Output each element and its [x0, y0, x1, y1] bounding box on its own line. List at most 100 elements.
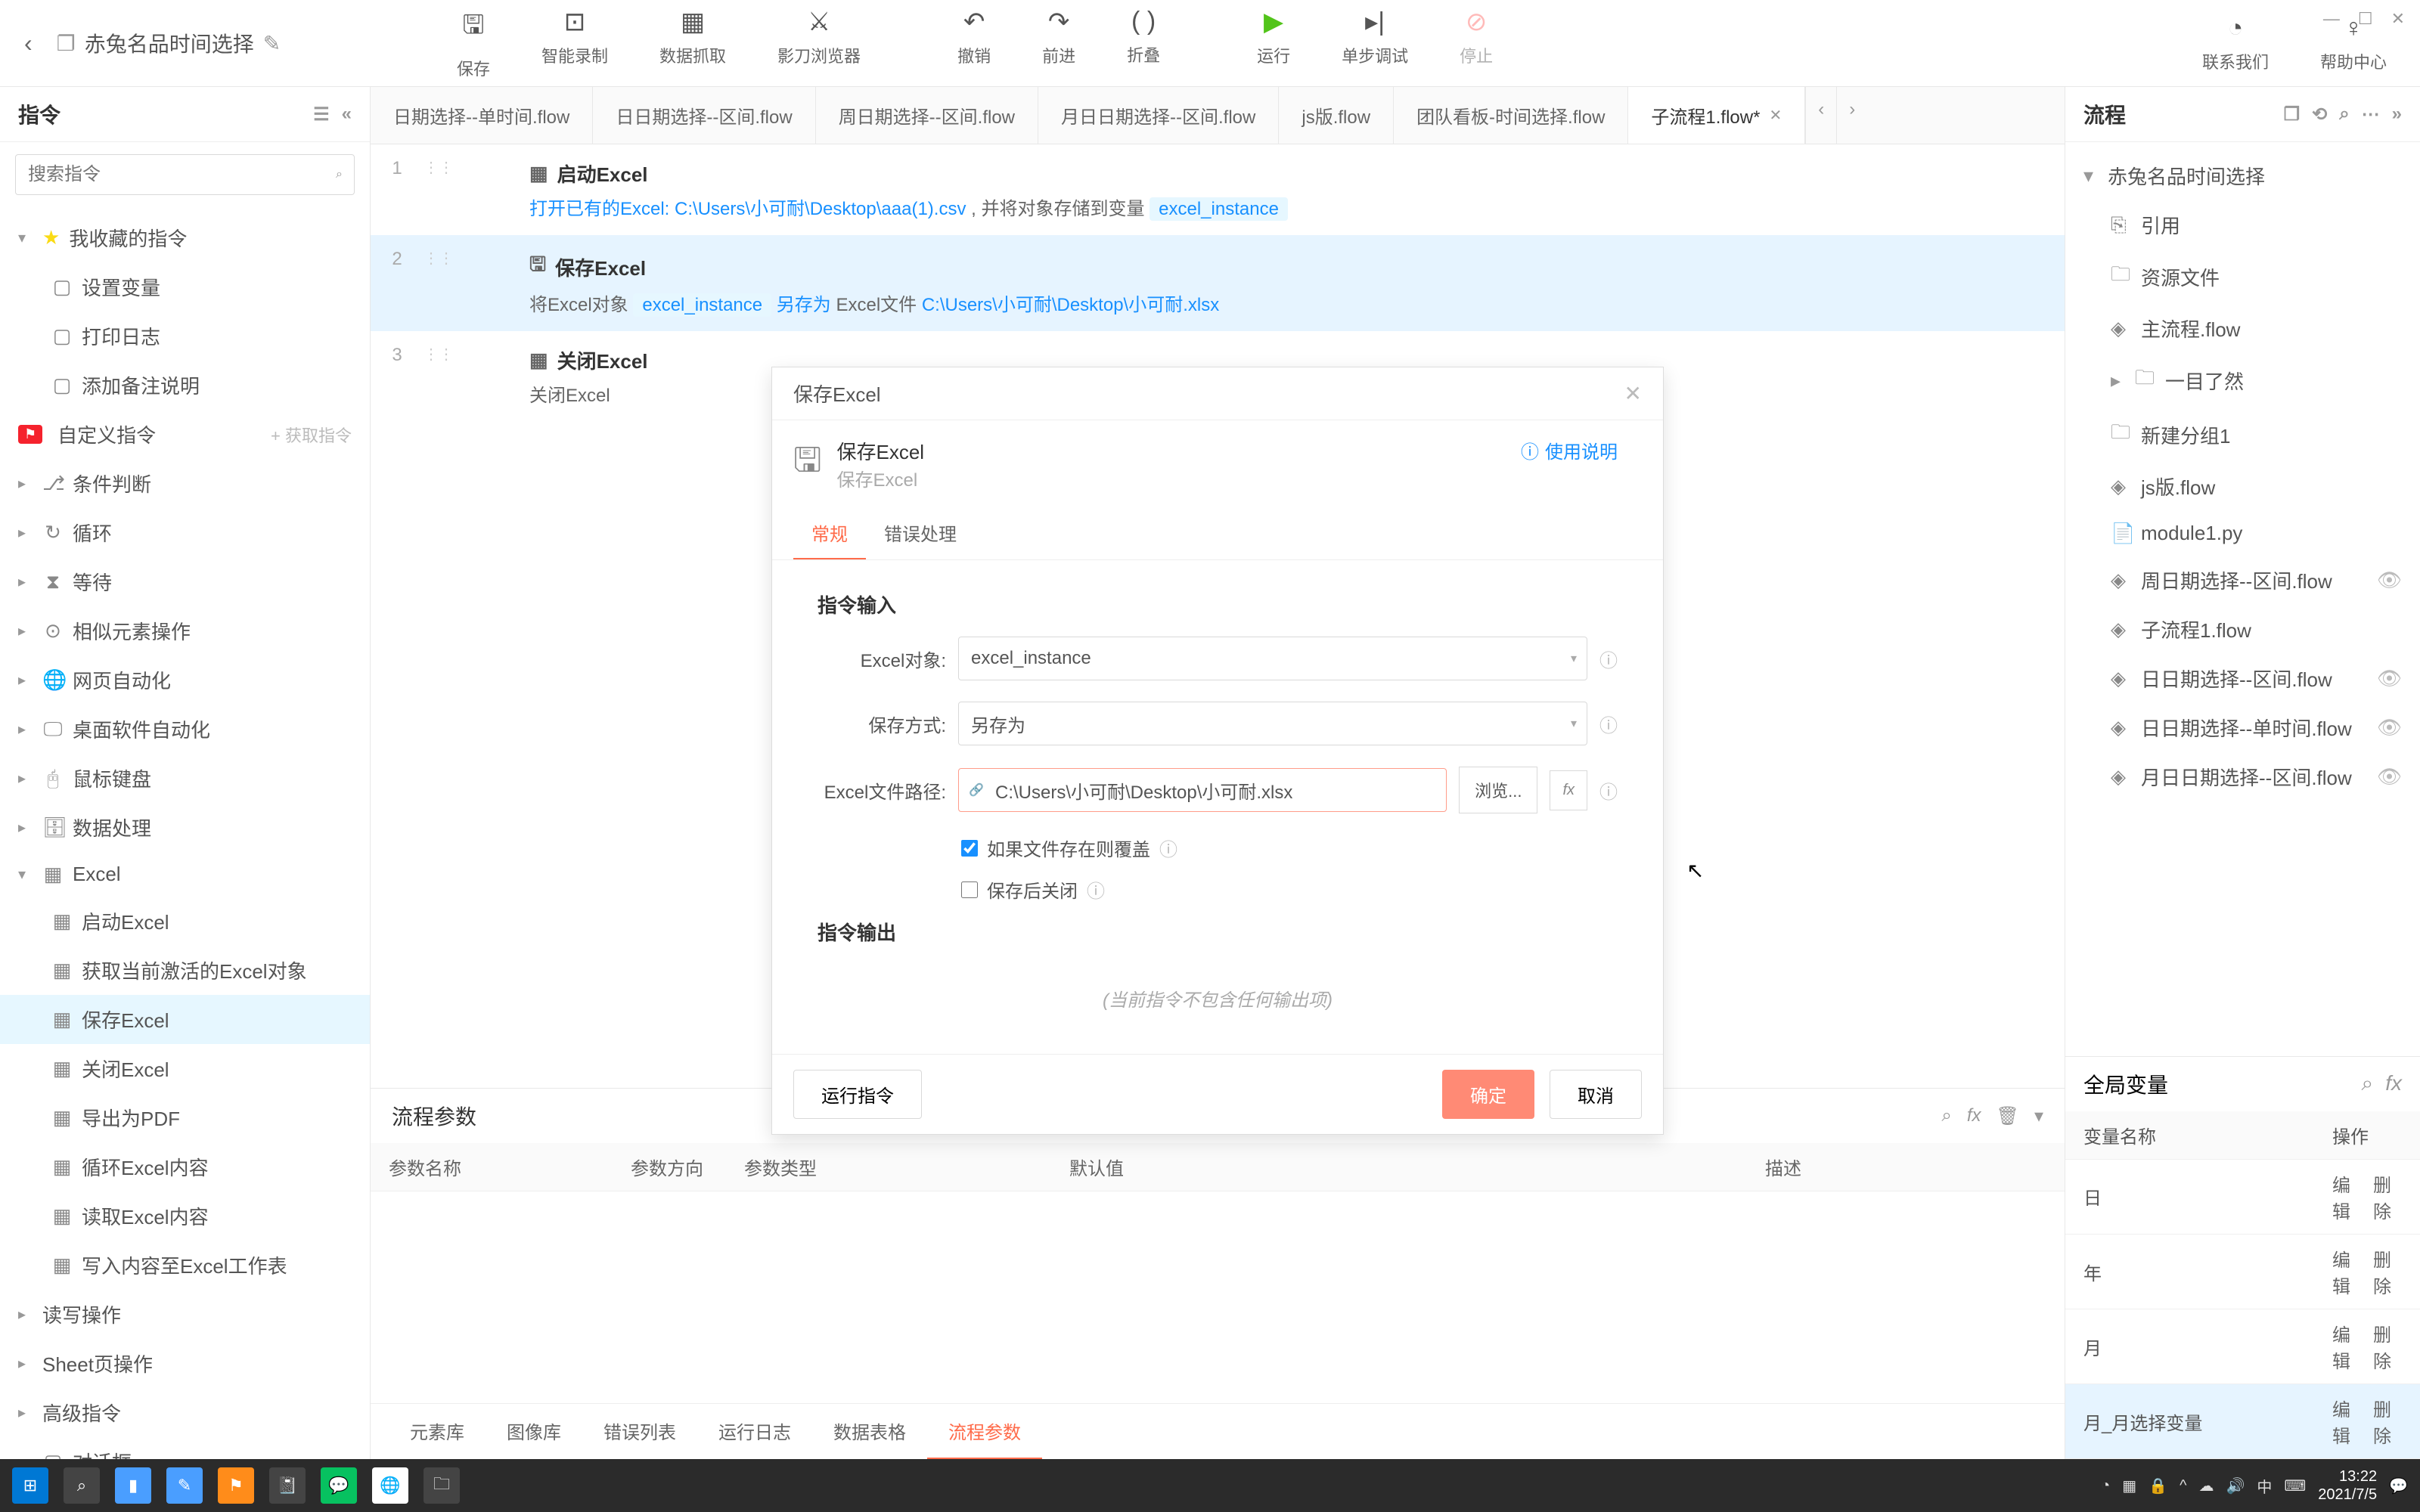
bottom-tab[interactable]: 数据表格 — [812, 1404, 927, 1459]
flow-item[interactable]: ◈日日期选择--单时间.flow👁 — [2065, 703, 2420, 752]
delete-var-button[interactable]: 删除 — [2373, 1395, 2402, 1448]
notifications-icon[interactable]: 💬 — [2389, 1476, 2408, 1495]
tab[interactable]: 团队看板-时间选择.flow — [1394, 87, 1628, 144]
info-icon[interactable]: ⓘ — [1087, 876, 1105, 903]
tab[interactable]: 月日日期选择--区间.flow — [1038, 87, 1279, 144]
trash-icon[interactable]: 🗑 — [1996, 1105, 2018, 1127]
tree-excel-group[interactable]: ▾▦Excel — [0, 852, 370, 897]
flow-item[interactable]: ◈月日日期选择--区间.flow👁 — [2065, 752, 2420, 801]
close-after-save-checkbox[interactable] — [961, 881, 978, 898]
global-var-row[interactable]: 日编辑删除 — [2065, 1159, 2420, 1235]
tree-group[interactable]: ▸🗄数据处理 — [0, 803, 370, 852]
info-icon[interactable]: ⓘ — [1599, 646, 1618, 672]
fx-button[interactable]: fx — [1550, 770, 1587, 810]
overwrite-checkbox[interactable] — [961, 840, 978, 857]
tray-icon[interactable]: ^ — [2180, 1477, 2186, 1495]
tree-item[interactable]: ▢打印日志 — [0, 311, 370, 361]
save-mode-select[interactable] — [958, 702, 1587, 745]
close-window-button[interactable]: ✕ — [2391, 9, 2405, 29]
tree-custom[interactable]: ⚑自定义指令+ 获取指令 — [0, 410, 370, 459]
tree-item[interactable]: ▦读取Excel内容 — [0, 1191, 370, 1241]
global-var-row[interactable]: 月编辑删除 — [2065, 1309, 2420, 1384]
record-button[interactable]: ⊡智能录制 — [523, 1, 626, 86]
edit-var-button[interactable]: 编辑 — [2332, 1395, 2361, 1448]
eye-icon[interactable]: 👁 — [2377, 667, 2402, 690]
modal-tab-error[interactable]: 错误处理 — [866, 507, 975, 559]
run-command-button[interactable]: 运行指令 — [793, 1070, 922, 1119]
search-commands-input[interactable] — [15, 154, 355, 195]
more-icon[interactable]: ⋯ — [2362, 104, 2380, 125]
tab[interactable]: js版.flow — [1279, 87, 1394, 144]
undo-button[interactable]: ↶撤销 — [939, 1, 1009, 86]
cancel-button[interactable]: 取消 — [1550, 1070, 1642, 1119]
tree-group[interactable]: ▸⎇条件判断 — [0, 459, 370, 508]
edit-var-button[interactable]: 编辑 — [2332, 1170, 2361, 1223]
clock[interactable]: 13:22 2021/7/5 — [2318, 1467, 2377, 1504]
tab[interactable]: 日期选择--单时间.flow — [371, 87, 593, 144]
search-params-icon[interactable]: ⌕ — [1941, 1105, 1951, 1127]
tree-group[interactable]: ▸高级指令 — [0, 1388, 370, 1437]
wechat-icon[interactable]: 💬 — [321, 1467, 357, 1504]
global-var-row[interactable]: 年编辑删除 — [2065, 1235, 2420, 1309]
redo-button[interactable]: ↷前进 — [1024, 1, 1094, 86]
global-var-row[interactable]: 月_月选择变量编辑删除 — [2065, 1384, 2420, 1459]
close-tab-icon[interactable]: ✕ — [1769, 106, 1782, 125]
app-icon[interactable]: ✎ — [166, 1467, 203, 1504]
search-icon[interactable]: ⌕ — [336, 168, 343, 181]
tree-group[interactable]: ▸Sheet页操作 — [0, 1339, 370, 1388]
tray-icon[interactable]: ▦ — [2122, 1476, 2136, 1495]
flow-item[interactable]: ◈主流程.flow — [2065, 304, 2420, 353]
flow-item[interactable]: 🗀资源文件 — [2065, 249, 2420, 304]
tree-group[interactable]: ▸读写操作 — [0, 1290, 370, 1339]
flow-item[interactable]: 📄module1.py — [2065, 511, 2420, 556]
browser-button[interactable]: ⚔影刀浏览器 — [759, 1, 879, 86]
collapse-left-icon[interactable]: « — [342, 104, 352, 125]
link-icon[interactable]: ⟲ — [2312, 104, 2327, 125]
run-button[interactable]: ▶运行 — [1239, 1, 1308, 86]
bottom-tab-active[interactable]: 流程参数 — [927, 1404, 1042, 1459]
tree-item-save-excel[interactable]: ▦保存Excel — [0, 995, 370, 1044]
edit-icon[interactable]: ✎ — [263, 31, 281, 56]
flow-item[interactable]: 🗀新建分组1 — [2065, 407, 2420, 462]
collapse-right-icon[interactable]: » — [2392, 104, 2402, 125]
flow-item[interactable]: ⎘引用 — [2065, 200, 2420, 249]
eye-icon[interactable]: 👁 — [2377, 765, 2402, 789]
fx-icon[interactable]: fx — [1967, 1105, 1981, 1127]
tab[interactable]: 日日期选择--区间.flow — [593, 87, 815, 144]
edit-var-button[interactable]: 编辑 — [2332, 1320, 2361, 1373]
drag-handle-icon[interactable]: ⋮⋮ — [424, 249, 454, 268]
tree-item[interactable]: ▦循环Excel内容 — [0, 1142, 370, 1191]
edit-var-button[interactable]: 编辑 — [2332, 1245, 2361, 1298]
excel-object-select[interactable] — [958, 637, 1587, 680]
flow-root[interactable]: ▾赤兔名品时间选择 — [2065, 151, 2420, 200]
tray-ime[interactable]: 中 — [2257, 1475, 2272, 1497]
tree-item[interactable]: ▦启动Excel — [0, 897, 370, 946]
tray-icon[interactable]: ⌨ — [2284, 1476, 2306, 1495]
flow-item[interactable]: ▸🗀一目了然 — [2065, 353, 2420, 407]
modal-tab-general[interactable]: 常规 — [793, 507, 866, 559]
eye-icon[interactable]: 👁 — [2377, 716, 2402, 739]
tab-prev[interactable]: ‹ — [1805, 87, 1836, 144]
tree-item[interactable]: ▢添加备注说明 — [0, 361, 370, 410]
save-button[interactable]: 🖫保存 — [439, 1, 508, 86]
delete-var-button[interactable]: 删除 — [2373, 1170, 2402, 1223]
tray-icon[interactable]: ☁ — [2198, 1476, 2214, 1495]
bottom-tab[interactable]: 元素库 — [389, 1404, 486, 1459]
capture-button[interactable]: ▦数据抓取 — [641, 1, 744, 86]
tree-group[interactable]: ▸🖰鼠标键盘 — [0, 754, 370, 803]
tree-group[interactable]: ▸↻循环 — [0, 508, 370, 557]
explorer-icon[interactable]: 🗀 — [424, 1467, 460, 1504]
minimize-button[interactable]: — — [2323, 9, 2340, 29]
flow-item[interactable]: ◈周日期选择--区间.flow👁 — [2065, 556, 2420, 605]
help-link[interactable]: ⓘ 使用说明 — [1521, 437, 1618, 463]
contact-button[interactable]: ◔联系我们 — [2184, 8, 2287, 79]
bottom-tab[interactable]: 错误列表 — [582, 1404, 697, 1459]
flow-item[interactable]: ◈js版.flow — [2065, 462, 2420, 511]
tree-item[interactable]: ▦获取当前激活的Excel对象 — [0, 946, 370, 995]
tray-icon[interactable]: 🔊 — [2226, 1476, 2245, 1495]
tree-group[interactable]: ▸▢对话框 — [0, 1437, 370, 1459]
info-icon[interactable]: ⓘ — [1599, 777, 1618, 804]
eye-icon[interactable]: 👁 — [2377, 569, 2402, 592]
tab[interactable]: 周日期选择--区间.flow — [816, 87, 1038, 144]
tree-favorites[interactable]: ▾★我收藏的指令 — [0, 213, 370, 262]
